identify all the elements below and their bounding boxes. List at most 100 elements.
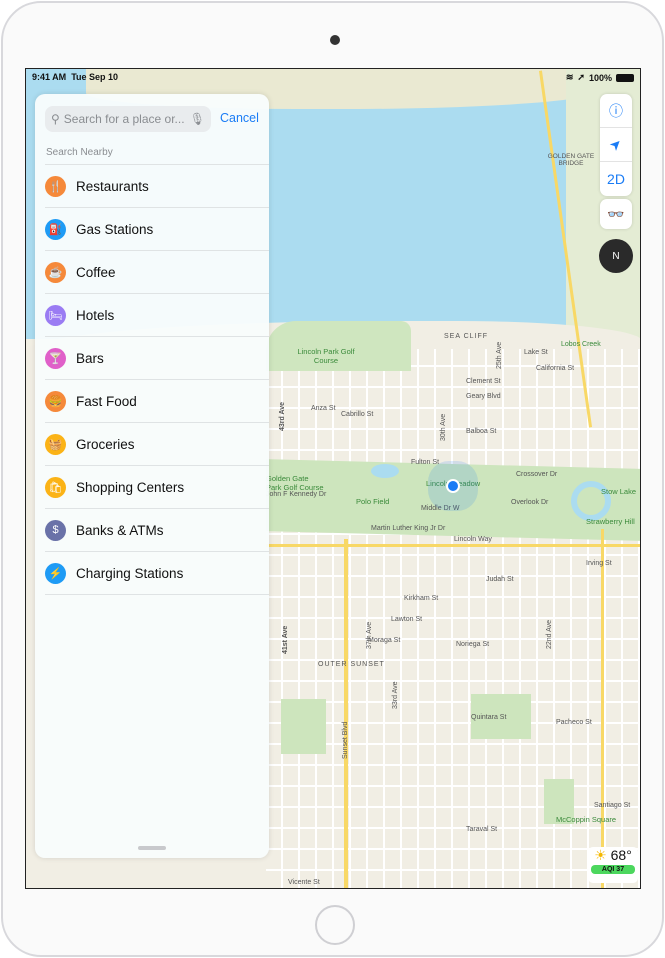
- map-label: Geary Blvd: [466, 393, 501, 400]
- location-arrow-icon: ➚: [577, 72, 585, 82]
- map-label: Overlook Dr: [511, 499, 549, 506]
- category-label: Banks & ATMs: [76, 522, 164, 538]
- category-gas-stations[interactable]: ⛽ Gas Stations: [45, 208, 269, 251]
- time: 9:41 AM: [32, 72, 67, 82]
- binoculars-icon: 👓: [607, 205, 625, 222]
- map-label: 22nd Ave: [546, 619, 553, 649]
- map-label: Kirkham St: [404, 595, 439, 602]
- map-label: 25th Ave: [496, 341, 503, 369]
- compass-icon: N: [612, 250, 620, 262]
- map-label: SEA CLIFF: [444, 333, 489, 340]
- category-groceries[interactable]: 🧺 Groceries: [45, 423, 269, 466]
- bank-icon: $: [45, 519, 66, 541]
- basket-icon: 🧺: [45, 433, 66, 455]
- category-label: Gas Stations: [76, 221, 154, 237]
- bed-icon: 🛏: [45, 304, 66, 326]
- battery-icon: [616, 73, 634, 82]
- wifi-icon: ≋: [565, 72, 574, 82]
- drag-handle[interactable]: [138, 846, 166, 850]
- map-label: 33rd Ave: [392, 681, 399, 709]
- map-label: Quintara St: [471, 714, 507, 721]
- category-restaurants[interactable]: 🍴 Restaurants: [45, 165, 269, 208]
- map-label: Santiago St: [594, 802, 631, 809]
- map-label: Stow Lake: [601, 487, 637, 496]
- map-label: GOLDEN GATE BRIDGE: [547, 153, 595, 167]
- map-label: Strawberry Hill: [586, 517, 635, 526]
- compass-button[interactable]: N: [599, 239, 633, 273]
- binoculars-button[interactable]: 👓: [600, 199, 632, 229]
- lake: [371, 464, 399, 478]
- map-label: Lake St: [524, 349, 548, 356]
- map-label: California St: [536, 365, 575, 372]
- category-bars[interactable]: 🍸 Bars: [45, 337, 269, 380]
- search-icon: ⚲: [51, 112, 60, 126]
- category-label: Groceries: [76, 436, 135, 452]
- sunset-blvd-road: [344, 539, 348, 888]
- map-label: Noriega St: [456, 641, 490, 648]
- category-label: Hotels: [76, 307, 115, 323]
- date: Tue Sep 10: [71, 72, 119, 82]
- map-label: Cabrillo St: [341, 411, 374, 418]
- map-label: 41st Ave: [282, 625, 289, 654]
- location-button[interactable]: ➤: [600, 128, 632, 162]
- category-label: Restaurants: [76, 178, 149, 194]
- sun-icon: ☀: [594, 847, 607, 863]
- ev-plug-icon: ⚡: [45, 562, 66, 584]
- category-label: Charging Stations: [76, 565, 184, 581]
- park-block: [281, 699, 326, 754]
- category-label: Shopping Centers: [76, 479, 185, 495]
- map-label: Crossover Dr: [516, 471, 558, 478]
- aqi-badge: AQI 37: [591, 865, 635, 874]
- map-label: 43rd Ave: [279, 401, 286, 431]
- map-label: Balboa St: [466, 428, 497, 435]
- category-label: Fast Food: [76, 393, 137, 409]
- front-camera: [330, 35, 340, 45]
- map-label: Fulton St: [411, 459, 440, 466]
- map-label: OUTER SUNSET: [318, 661, 385, 668]
- fuel-pump-icon: ⛽: [45, 218, 66, 240]
- microphone-icon[interactable]: 🎙: [190, 112, 205, 126]
- shopping-bag-icon: 🛍: [45, 476, 66, 498]
- status-right: ≋ ➚ 100%: [566, 72, 634, 83]
- map-label: John F Kennedy Dr: [266, 491, 327, 498]
- map-label: Lincoln Park Golf Course: [297, 347, 355, 365]
- map-label: Middle Dr W: [421, 505, 460, 512]
- current-location-dot: [446, 479, 460, 493]
- category-shopping-centers[interactable]: 🛍 Shopping Centers: [45, 466, 269, 509]
- street-grid: [266, 349, 640, 888]
- home-button[interactable]: [315, 905, 355, 945]
- map-label: Golden Gate Park Golf Course: [266, 474, 324, 492]
- map-label: Anza St: [311, 405, 336, 412]
- category-hotels[interactable]: 🛏 Hotels: [45, 294, 269, 337]
- fork-knife-icon: 🍴: [45, 175, 66, 197]
- search-input[interactable]: ⚲ Search for a place or... 🎙: [45, 106, 211, 132]
- search-panel: ⚲ Search for a place or... 🎙 Cancel Sear…: [35, 94, 269, 858]
- view-mode-button[interactable]: 2D: [600, 162, 632, 196]
- map-label: Clement St: [466, 378, 501, 385]
- category-coffee[interactable]: ☕ Coffee: [45, 251, 269, 294]
- category-fast-food[interactable]: 🍔 Fast Food: [45, 380, 269, 423]
- map-label: McCoppin Square: [556, 815, 617, 824]
- map-label: Pacheco St: [556, 719, 592, 726]
- category-banks-atms[interactable]: $ Banks & ATMs: [45, 509, 269, 552]
- burger-drink-icon: 🍔: [45, 390, 66, 412]
- cancel-button[interactable]: Cancel: [220, 111, 259, 125]
- coffee-cup-icon: ☕: [45, 261, 66, 283]
- map-label: Lobos Creek: [561, 341, 601, 348]
- lookaround-control: 👓: [600, 199, 632, 229]
- map-label: Sunset Blvd: [342, 721, 349, 759]
- battery-percent: 100%: [588, 72, 612, 83]
- cocktail-icon: 🍸: [45, 347, 66, 369]
- map-label: Vicente St: [288, 879, 320, 886]
- category-charging-stations[interactable]: ⚡ Charging Stations: [45, 552, 269, 595]
- map-label: 30th Ave: [440, 413, 447, 441]
- map-label: Lincoln Way: [454, 536, 492, 543]
- lincoln-way-road: [266, 544, 640, 547]
- weather-widget[interactable]: ☀ 68° AQI 37: [588, 847, 638, 883]
- info-icon: ⓘ: [609, 102, 623, 119]
- map-label: Lawton St: [391, 616, 423, 623]
- search-placeholder: Search for a place or...: [63, 112, 185, 126]
- category-list: 🍴 Restaurants ⛽ Gas Stations ☕ Coffee 🛏 Hotels 🍸…: [45, 164, 269, 595]
- info-button[interactable]: ⓘ: [600, 94, 632, 128]
- status-time: 9:41 AM Tue Sep 10: [32, 72, 118, 82]
